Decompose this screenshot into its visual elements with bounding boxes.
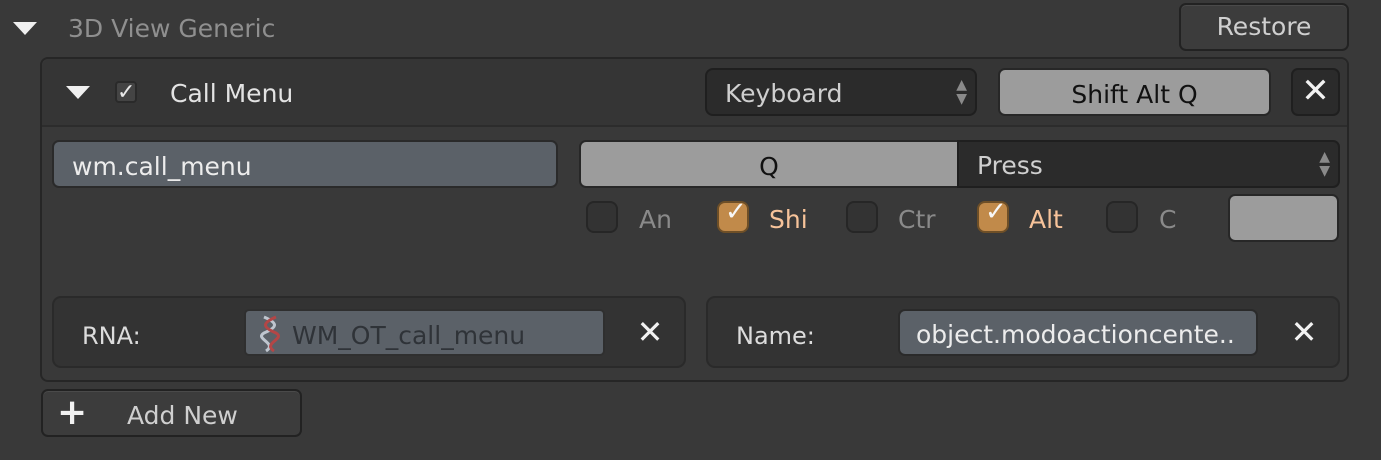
collapse-triangle-icon[interactable]	[13, 22, 37, 35]
checkmark-icon: ✓	[985, 197, 1007, 227]
checkmark-icon: ✓	[117, 80, 136, 105]
any-modifier-label: An	[639, 205, 672, 234]
map-type-select[interactable]: Keyboard ▲ ▼	[705, 68, 977, 116]
key-field[interactable]: Q	[579, 140, 959, 188]
any-modifier-checkbox[interactable]	[586, 201, 618, 233]
event-value-select[interactable]: Press ▲ ▼	[957, 140, 1340, 188]
item-name: Call Menu	[170, 79, 294, 108]
shortcut-field[interactable]: Shift Alt Q	[998, 68, 1271, 116]
rna-input[interactable]: WM_OT_call_menu	[244, 309, 605, 356]
operator-id-input[interactable]: wm.call_menu	[52, 140, 558, 188]
up-down-arrows-icon: ▲ ▼	[1319, 149, 1330, 179]
shift-modifier-label: Shi	[769, 205, 808, 234]
remove-item-button[interactable]: ✕	[1291, 68, 1340, 116]
plus-icon: +	[57, 392, 88, 433]
name-input[interactable]: object.modoactioncente..	[898, 309, 1258, 356]
up-down-arrows-icon: ▲ ▼	[956, 77, 967, 107]
close-icon: ✕	[1301, 71, 1330, 111]
alt-modifier-checkbox[interactable]: ✓	[977, 197, 1009, 233]
section-title: 3D View Generic	[68, 14, 276, 43]
enable-checkbox[interactable]: ✓	[115, 80, 137, 105]
event-value: Press	[977, 151, 1043, 180]
clear-name-icon[interactable]: ✕	[1284, 310, 1324, 354]
alt-modifier-label: Alt	[1029, 205, 1063, 234]
cmd-modifier-checkbox[interactable]	[1106, 201, 1138, 233]
clear-rna-icon[interactable]: ✕	[630, 310, 670, 354]
rna-value: WM_OT_call_menu	[292, 321, 526, 350]
ctrl-modifier-label: Ctr	[898, 205, 936, 234]
cmd-modifier-label: C	[1159, 205, 1177, 234]
ctrl-modifier-checkbox[interactable]	[846, 201, 878, 233]
restore-button[interactable]: Restore	[1179, 3, 1349, 51]
add-new-label: Add New	[127, 401, 238, 430]
checkmark-icon: ✓	[725, 197, 747, 227]
rna-icon	[260, 315, 280, 353]
shift-modifier-checkbox[interactable]: ✓	[717, 197, 749, 233]
map-type-value: Keyboard	[725, 79, 843, 108]
name-label: Name:	[736, 322, 815, 350]
key-modifier-field[interactable]	[1228, 194, 1339, 242]
add-new-button[interactable]: + Add New	[41, 389, 302, 437]
expand-triangle-icon[interactable]	[66, 86, 90, 99]
rna-label: RNA:	[82, 322, 141, 350]
